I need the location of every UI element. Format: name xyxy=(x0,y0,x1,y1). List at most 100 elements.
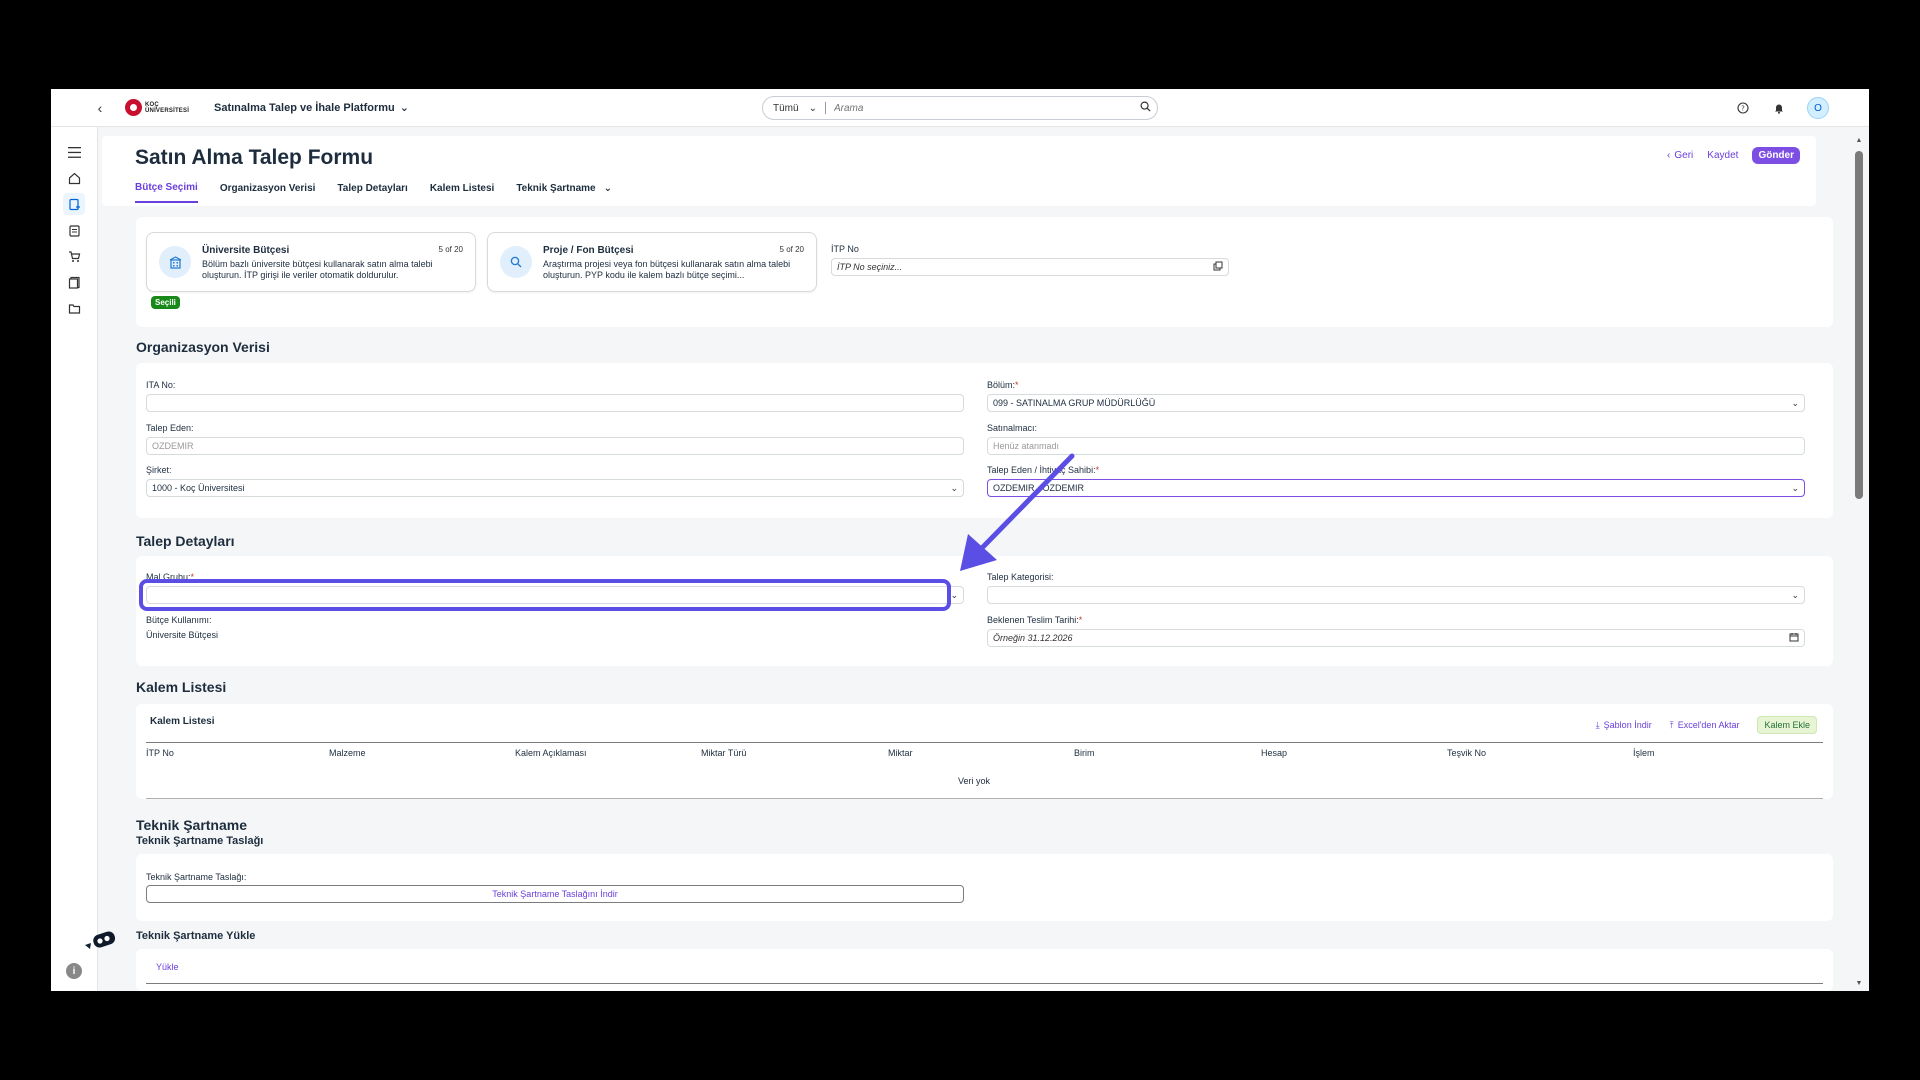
calendar-icon[interactable] xyxy=(1789,632,1799,644)
clipboard-list-icon[interactable] xyxy=(63,219,85,241)
column-header[interactable]: Miktar Türü xyxy=(701,748,746,758)
search-icon xyxy=(500,246,532,278)
building-icon xyxy=(159,246,191,278)
back-button[interactable]: ‹ Geri xyxy=(1667,150,1693,161)
upload-divider xyxy=(146,983,1823,984)
home-icon[interactable] xyxy=(63,167,85,189)
download-icon: ⤓ xyxy=(1595,719,1600,730)
annotation-highlight-box xyxy=(139,579,951,611)
university-logo[interactable]: KOÇ ÜNİVERSİTESİ xyxy=(125,99,189,116)
upload-link[interactable]: Yükle xyxy=(156,962,179,972)
chevron-down-icon: ⌄ xyxy=(399,102,409,114)
company-label: Şirket: xyxy=(146,465,172,475)
back-chevron-icon[interactable]: ‹ xyxy=(91,99,109,117)
send-button[interactable]: Gönder xyxy=(1752,147,1800,164)
template-download-button[interactable]: ⤓ Şablon İndir xyxy=(1596,720,1652,731)
search-bar: Tümü ⌄ xyxy=(762,96,1158,120)
item-list-card-title: Kalem Listesi xyxy=(150,716,215,727)
help-icon[interactable]: ? xyxy=(1735,100,1751,116)
section-tabs: Bütçe Seçimi Organizasyon Verisi Talep D… xyxy=(135,182,612,203)
no-data-text: Veri yok xyxy=(958,776,991,786)
itp-no-field[interactable]: İTP No seçiniz... xyxy=(831,258,1229,276)
purchase-request-icon[interactable] xyxy=(63,193,85,215)
column-header[interactable]: Miktar xyxy=(888,748,913,758)
item-list-card: Kalem Listesi ⤓ Şablon İndir ⤒ Excel'den… xyxy=(136,704,1833,799)
scroll-up-icon[interactable]: ▲ xyxy=(1855,137,1863,144)
column-header[interactable]: Hesap xyxy=(1261,748,1287,758)
spec-draft-download-button[interactable]: Teknik Şartname Taslağını İndir xyxy=(146,885,964,903)
menu-icon[interactable] xyxy=(63,141,85,163)
info-icon[interactable]: i xyxy=(66,963,82,979)
tile-title: Üniversite Bütçesi xyxy=(202,245,290,256)
request-category-select[interactable]: ⌄ xyxy=(987,586,1805,604)
chevron-left-icon: ‹ xyxy=(1667,150,1671,161)
bell-icon[interactable] xyxy=(1771,100,1787,116)
column-header[interactable]: İTP No xyxy=(146,748,174,758)
avatar[interactable]: O xyxy=(1807,97,1829,119)
budget-usage-label: Bütçe Kullanımı: xyxy=(146,615,212,625)
annotation-arrow-icon xyxy=(960,453,1075,571)
column-header[interactable]: Malzeme xyxy=(329,748,366,758)
ita-no-field[interactable] xyxy=(146,394,964,412)
chevron-down-icon: ⌄ xyxy=(1791,482,1799,493)
table-divider xyxy=(146,742,1823,743)
scroll-down-icon[interactable]: ▼ xyxy=(1855,980,1863,987)
spec-draft-card: Teknik Şartname Taslağı: Teknik Şartname… xyxy=(136,854,1833,921)
chevron-down-icon: ⌄ xyxy=(1791,589,1799,600)
chevron-down-icon: ⌄ xyxy=(603,183,612,194)
tab-item-list[interactable]: Kalem Listesi xyxy=(430,182,494,203)
folder-icon[interactable] xyxy=(63,297,85,319)
page-title: Satın Alma Talep Formu xyxy=(135,146,374,169)
university-budget-tile[interactable]: Üniversite Bütçesi 5 of 20 Bölüm bazlı ü… xyxy=(146,232,476,292)
svg-text:?: ? xyxy=(1741,105,1745,113)
tile-count: 5 of 20 xyxy=(779,245,804,254)
logo-line2: ÜNİVERSİTESİ xyxy=(145,107,190,114)
project-budget-tile[interactable]: Proje / Fon Bütçesi 5 of 20 Araştırma pr… xyxy=(487,232,817,292)
column-header[interactable]: İşlem xyxy=(1633,748,1655,758)
selected-badge: Seçili xyxy=(151,296,180,309)
tab-request-details[interactable]: Talep Detayları xyxy=(337,182,407,203)
chevron-down-icon: ⌄ xyxy=(808,102,817,114)
documents-icon[interactable] xyxy=(63,271,85,293)
delivery-date-picker[interactable]: Örneğin 31.12.2026 xyxy=(987,629,1805,647)
tile-description: Araştırma projesi veya fon bütçesi kulla… xyxy=(543,259,791,280)
company-select[interactable]: 1000 - Koç Üniversitesi ⌄ xyxy=(146,479,964,497)
spec-upload-card: Yükle xyxy=(136,949,1833,991)
department-select[interactable]: 099 - SATINALMA GRUP MÜDÜRLÜĞÜ ⌄ xyxy=(987,394,1805,412)
department-label: Bölüm:* xyxy=(987,380,1019,390)
spec-upload-subtitle: Teknik Şartname Yükle xyxy=(136,930,256,942)
value-help-icon[interactable] xyxy=(1213,261,1223,273)
org-section-title: Organizasyon Verisi xyxy=(136,339,270,355)
tile-description: Bölüm bazlı üniversite bütçesi kullanara… xyxy=(202,259,433,280)
spec-draft-subtitle: Teknik Şartname Taslağı xyxy=(136,835,264,847)
save-button[interactable]: Kaydet xyxy=(1707,150,1738,161)
tab-organization-data[interactable]: Organizasyon Verisi xyxy=(220,182,316,203)
excel-import-button[interactable]: ⤒ Excel'den Aktar xyxy=(1670,720,1740,731)
shell-bar: ‹ KOÇ ÜNİVERSİTESİ Satınalma Talep ve İh… xyxy=(51,89,1869,127)
column-header[interactable]: Birim xyxy=(1074,748,1095,758)
search-scope-select[interactable]: Tümü ⌄ xyxy=(763,102,826,114)
tab-budget-selection[interactable]: Bütçe Seçimi xyxy=(135,182,198,203)
add-item-button[interactable]: Kalem Ekle xyxy=(1757,716,1817,734)
spec-section-title: Teknik Şartname xyxy=(136,817,248,833)
upload-icon: ⤒ xyxy=(1669,719,1674,730)
budget-usage-value: Üniversite Bütçesi xyxy=(146,630,219,640)
column-header[interactable]: Kalem Açıklaması xyxy=(515,748,587,758)
scroll-thumb[interactable] xyxy=(1855,151,1863,499)
chevron-down-icon: ⌄ xyxy=(1791,397,1799,408)
tab-technical-spec[interactable]: Teknik Şartname ⌄ xyxy=(516,182,612,203)
search-icon[interactable] xyxy=(1133,101,1157,115)
cart-icon[interactable] xyxy=(63,245,85,267)
buyer-label: Satınalmacı: xyxy=(987,423,1038,433)
brand-wave-icon xyxy=(85,931,116,949)
requester-owner-select[interactable]: OZDEMIR - OZDEMIR ⌄ xyxy=(987,479,1805,497)
search-input[interactable] xyxy=(825,102,1133,114)
table-divider xyxy=(146,798,1823,799)
page-header: Satın Alma Talep Formu ‹ Geri Kaydet Gön… xyxy=(102,136,1816,206)
column-header[interactable]: Teşvik No xyxy=(1447,748,1486,758)
items-section-title: Kalem Listesi xyxy=(136,679,227,695)
delivery-date-label: Beklenen Teslim Tarihi:* xyxy=(987,615,1083,625)
page-scrollbar[interactable]: ▲ ▼ xyxy=(1855,137,1863,987)
ita-no-label: ITA No: xyxy=(146,380,176,390)
platform-switcher[interactable]: Satınalma Talep ve İhale Platformu ⌄ xyxy=(214,101,409,115)
